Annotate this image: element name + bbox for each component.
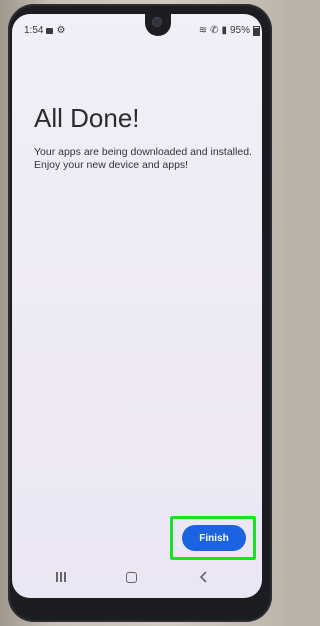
call-icon: ✆ [210,25,219,36]
phone-screen [12,14,262,598]
status-time: 1:54 [24,25,44,36]
battery-percent: 95% [229,25,250,36]
status-left: 1:54 ⚙ [24,25,65,36]
settings-icon: ⚙ [56,25,66,36]
home-icon[interactable] [126,572,137,583]
recents-icon[interactable] [56,572,68,582]
status-right: ≋ ✆ ▮ 95% [199,25,260,36]
signal-icon: ▮ [221,25,227,36]
page-description: Your apps are being downloaded and insta… [34,146,252,171]
wifi-icon: ≋ [198,25,208,36]
navigation-bar [20,562,260,592]
notification-icon [46,27,54,34]
battery-icon [253,25,260,36]
status-bar: 1:54 ⚙ ≋ ✆ ▮ 95% [24,24,260,40]
page-title: All Done! [34,103,140,133]
finish-button[interactable]: Finish [182,525,246,551]
back-icon[interactable] [198,570,210,584]
